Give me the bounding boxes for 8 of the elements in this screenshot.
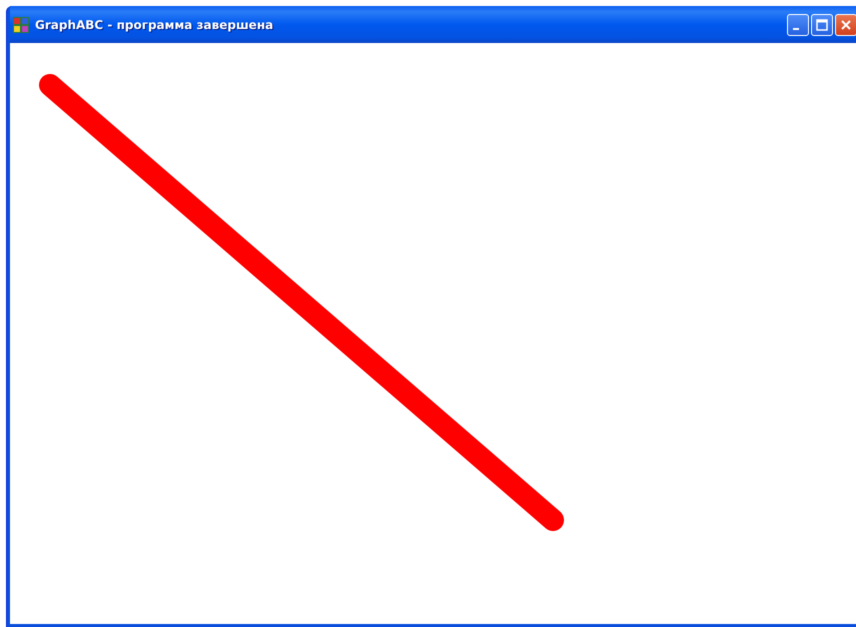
maximize-button[interactable] bbox=[811, 14, 833, 36]
close-icon bbox=[840, 18, 852, 30]
app-icon bbox=[13, 16, 29, 32]
window-title: GraphABC - программа завершена bbox=[35, 18, 274, 32]
minimize-icon bbox=[793, 28, 799, 30]
maximize-icon bbox=[816, 18, 828, 30]
minimize-button[interactable] bbox=[787, 14, 809, 36]
close-button[interactable] bbox=[835, 14, 856, 36]
